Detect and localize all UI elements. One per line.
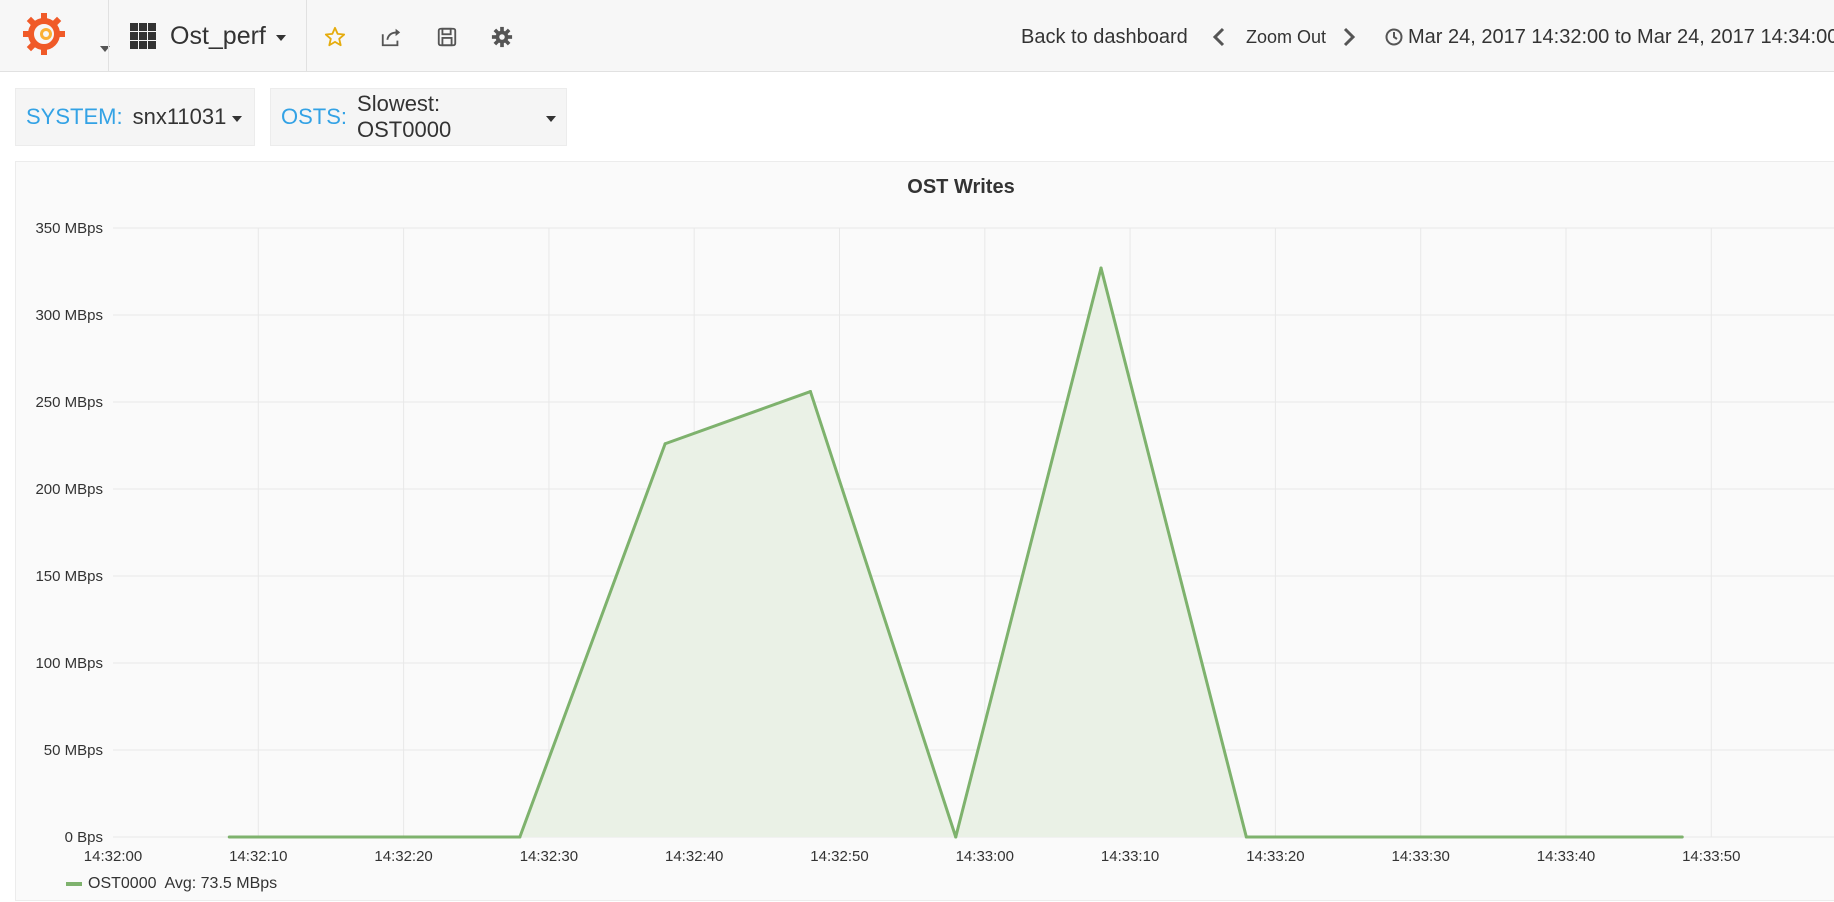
y-tick-label: 50 MBps [44, 742, 103, 759]
series-line [229, 266, 1683, 839]
grafana-logo-menu[interactable] [22, 12, 110, 60]
time-range-label: Mar 24, 2017 14:32:00 to Mar 24, 2017 14… [1408, 25, 1834, 48]
clock-icon [1385, 28, 1403, 46]
x-tick-label: 14:33:20 [1246, 848, 1304, 865]
x-tick-label: 14:33:30 [1392, 848, 1450, 865]
y-tick-label: 0 Bps [65, 829, 103, 846]
graph-panel: OST Writes 0 Bps 50 MBps 100 MBps 150 MBps 2… [15, 161, 1834, 901]
series-point [1099, 266, 1103, 270]
variable-osts[interactable]: OSTS: Slowest: OST0000 [270, 88, 567, 146]
settings-button[interactable] [485, 20, 519, 54]
legend-swatch [66, 882, 82, 886]
legend: OST0000 Avg: 73.5 MBps [66, 875, 277, 893]
y-tick-label: 200 MBps [35, 481, 103, 498]
save-button[interactable] [430, 20, 464, 54]
dashboard-title: Ost_perf [170, 21, 266, 50]
chevron-down-icon [232, 116, 243, 122]
x-tick-label: 14:33:40 [1537, 848, 1595, 865]
variable-label: SYSTEM: [26, 104, 123, 129]
time-picker[interactable]: Mar 24, 2017 14:32:00 to Mar 24, 2017 14… [1385, 20, 1834, 54]
time-shift-back-button[interactable] [1202, 20, 1236, 54]
x-tick-label: 14:32:30 [520, 848, 578, 865]
x-tick-label: 14:32:20 [374, 848, 432, 865]
series-point [518, 835, 522, 839]
time-shift-forward-button[interactable] [1332, 20, 1366, 54]
y-tick-label: 100 MBps [35, 655, 103, 672]
series-point [227, 835, 231, 839]
share-icon [381, 28, 401, 47]
variable-value: snx11031 [132, 104, 227, 129]
dashboard-title-dropdown[interactable]: Ost_perf [130, 18, 286, 54]
grafana-logo-icon [23, 13, 65, 55]
series-point [1680, 835, 1684, 839]
x-tick-label: 14:32:10 [229, 848, 287, 865]
legend-avg-value: Avg: 73.5 MBps [164, 875, 278, 892]
series-point [808, 390, 812, 394]
back-to-dashboard-link[interactable]: Back to dashboard [1021, 26, 1188, 49]
y-tick-label: 300 MBps [35, 307, 103, 324]
star-icon [324, 26, 346, 47]
series-point [663, 442, 667, 446]
x-tick-label: 14:33:50 [1682, 848, 1740, 865]
x-tick-label: 14:32:40 [665, 848, 723, 865]
top-navbar: Ost_perf Back to dashboard Zoom Out Mar … [0, 0, 1834, 72]
chevron-down-icon [546, 116, 556, 122]
chevron-down-icon [275, 35, 286, 41]
zoom-out-button[interactable]: Zoom Out [1246, 27, 1326, 48]
chart-area[interactable]: 0 Bps 50 MBps 100 MBps 150 MBps 200 MBps 250 … [16, 162, 1834, 902]
y-tick-label: 250 MBps [35, 394, 103, 411]
y-tick-label: 350 MBps [35, 220, 103, 237]
star-button[interactable] [318, 20, 352, 54]
variable-system[interactable]: SYSTEM: snx11031 [15, 88, 255, 146]
series-point [1244, 835, 1248, 839]
series-area [229, 268, 1683, 837]
x-tick-label: 14:32:00 [84, 848, 142, 865]
chevron-left-icon [1212, 27, 1225, 47]
save-icon [437, 27, 457, 47]
y-tick-label: 150 MBps [35, 568, 103, 585]
share-button[interactable] [374, 20, 408, 54]
divider [306, 0, 307, 72]
x-tick-label: 14:32:50 [810, 848, 868, 865]
x-tick-label: 14:33:10 [1101, 848, 1159, 865]
series-point [954, 835, 958, 839]
gear-icon [491, 26, 513, 48]
legend-series-name[interactable]: OST0000 [88, 875, 156, 893]
chevron-right-icon [1343, 27, 1356, 47]
variable-label: OSTS: [281, 104, 348, 129]
divider [108, 0, 109, 72]
x-tick-label: 14:33:00 [956, 848, 1014, 865]
dashboard-grid-icon [130, 23, 156, 49]
variable-value: Slowest: OST0000 [357, 91, 452, 142]
